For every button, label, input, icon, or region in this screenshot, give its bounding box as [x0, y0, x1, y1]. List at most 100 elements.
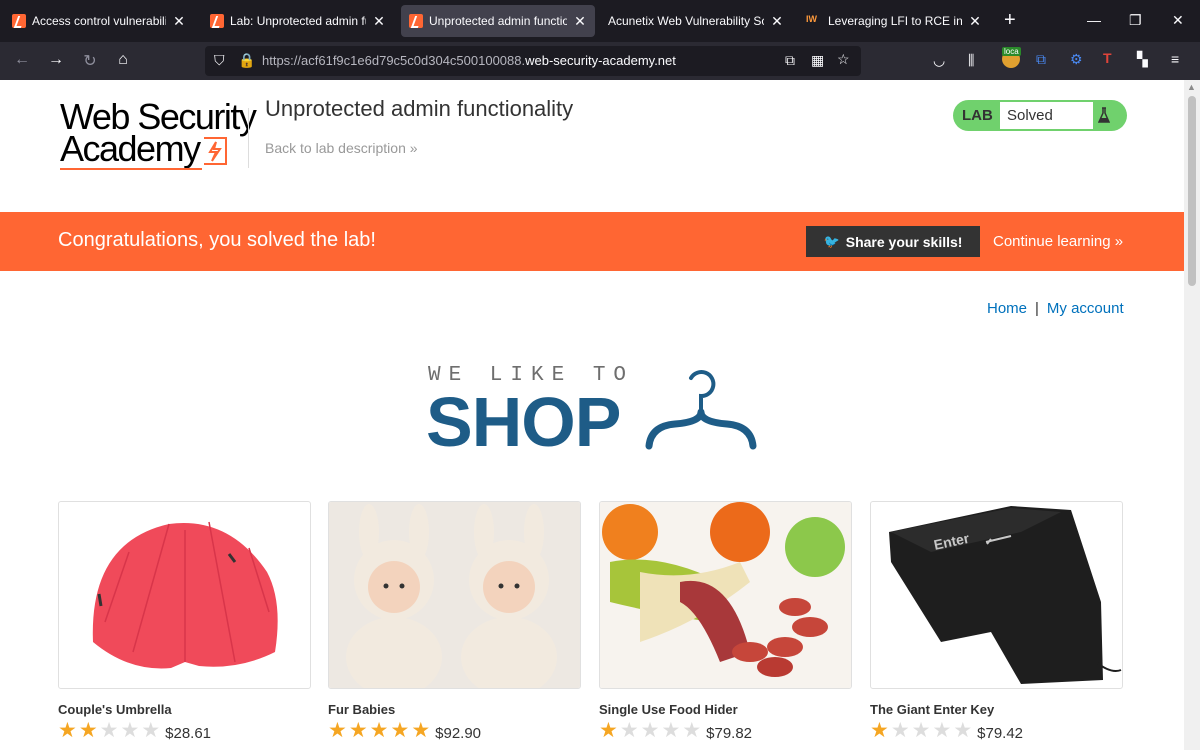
star-filled-icon: ★: [78, 719, 98, 742]
back-to-lab-description-link[interactable]: Back to lab description »: [265, 140, 418, 156]
close-window-icon[interactable]: ✕: [1172, 12, 1184, 29]
tab-title: Leveraging LFI to RCE in a website: [828, 14, 962, 28]
scrollbar-thumb[interactable]: [1188, 96, 1196, 286]
restore-icon[interactable]: ❐: [1129, 12, 1142, 29]
star-filled-icon: ★: [328, 719, 347, 742]
pocket-icon[interactable]: ◡: [933, 52, 945, 69]
product-rating: ★ ★ ★ ★ ★ $92.90: [328, 720, 481, 742]
product-name: Single Use Food Hider: [599, 702, 738, 717]
star-filled-icon: ★: [369, 719, 389, 742]
portswigger-icon: [12, 14, 26, 28]
star-empty-icon: ★: [99, 719, 119, 742]
nav-separator: |: [1035, 300, 1039, 317]
reload-icon[interactable]: ↻: [80, 51, 100, 71]
translate-icon[interactable]: ⧉: [785, 52, 795, 69]
browser-tab[interactable]: Acunetix Web Vulnerability Scanner ✕: [600, 5, 792, 37]
product-image-food-hider[interactable]: [599, 501, 852, 689]
product-name: Fur Babies: [328, 702, 396, 717]
close-tab-icon[interactable]: ✕: [770, 13, 784, 30]
url-text[interactable]: https://acf61f9c1e6d79c5c0d304c500100088…: [262, 53, 676, 68]
star-filled-icon: ★: [390, 719, 410, 742]
extensions-icon[interactable]: ▚: [1137, 51, 1148, 68]
hero-shop-word: SHOP: [426, 383, 621, 461]
product-card[interactable]: Fur Babies ★ ★ ★ ★ ★ $92.90: [328, 501, 581, 742]
share-skills-button[interactable]: 🐦 Share your skills!: [806, 226, 980, 257]
home-link[interactable]: Home: [987, 300, 1027, 317]
product-price: $92.90: [435, 724, 482, 742]
product-price: $79.82: [706, 724, 753, 742]
bookmark-star-icon[interactable]: ☆: [837, 51, 850, 68]
browser-tab-active[interactable]: Unprotected admin functionality ✕: [401, 5, 595, 37]
congratulations-message: Congratulations, you solved the lab!: [58, 229, 376, 251]
portswigger-icon: [409, 14, 423, 28]
browser-tab-bar: Access control vulnerabilities ✕ Lab: Un…: [0, 0, 1200, 42]
close-tab-icon[interactable]: ✕: [573, 13, 587, 30]
qr-code-icon[interactable]: ▦: [811, 52, 824, 69]
web-security-academy-logo[interactable]: Web Security Academy: [60, 98, 257, 170]
product-rating: ★ ★ ★ ★ ★ $28.61: [58, 720, 211, 742]
back-icon[interactable]: ←: [12, 51, 32, 69]
star-empty-icon: ★: [932, 719, 952, 742]
star-filled-icon: ★: [870, 719, 889, 742]
star-empty-icon: ★: [141, 719, 161, 742]
continue-learning-link[interactable]: Continue learning »: [993, 233, 1123, 250]
flask-icon: [1098, 107, 1110, 123]
menu-icon[interactable]: ≡: [1171, 51, 1179, 67]
product-name: Couple's Umbrella: [58, 702, 172, 717]
star-empty-icon: ★: [640, 719, 660, 742]
product-card[interactable]: Couple's Umbrella ★ ★ ★ ★ ★ $28.61: [58, 501, 311, 742]
my-account-link[interactable]: My account: [1047, 300, 1124, 317]
hanger-icon: [645, 370, 757, 450]
share-skills-label: Share your skills!: [845, 233, 963, 250]
close-tab-icon[interactable]: ✕: [172, 13, 186, 30]
forward-icon[interactable]: →: [46, 51, 66, 69]
browser-tab[interactable]: IW Leveraging LFI to RCE in a website ✕: [798, 5, 990, 37]
shield-icon[interactable]: ⛉: [214, 52, 225, 69]
star-filled-icon: ★: [599, 719, 618, 742]
twitter-icon: 🐦: [823, 233, 840, 249]
star-empty-icon: ★: [682, 719, 702, 742]
star-empty-icon: ★: [120, 719, 140, 742]
translate-extension-icon[interactable]: ⧉: [1036, 51, 1046, 68]
new-tab-icon[interactable]: +: [1004, 10, 1016, 30]
lab-status-badge: LAB Solved: [953, 100, 1127, 131]
product-image-enter-key[interactable]: Enter: [870, 501, 1123, 689]
t-extension-icon[interactable]: T: [1103, 50, 1112, 66]
close-tab-icon[interactable]: ✕: [968, 13, 982, 30]
product-image-umbrella[interactable]: [58, 501, 311, 689]
product-image-fur-babies[interactable]: [328, 501, 581, 689]
browser-tab[interactable]: Lab: Unprotected admin functionality ✕: [202, 5, 394, 37]
product-name: The Giant Enter Key: [870, 702, 995, 717]
browser-nav-bar: ← → ↻ ⌂ ⛉ 🔒 https://acf61f9c1e6d79c5c0d3…: [0, 42, 1200, 80]
tab-title: Acunetix Web Vulnerability Scanner: [608, 14, 764, 28]
product-price: $79.42: [977, 724, 1024, 742]
double-chevron-right-icon: »: [409, 140, 418, 156]
lock-icon[interactable]: 🔒: [238, 52, 255, 69]
logo-bolt-icon: [204, 137, 227, 165]
tab-title: Lab: Unprotected admin functionality: [230, 14, 366, 28]
tab-title: Unprotected admin functionality: [429, 14, 567, 28]
header-divider: [248, 108, 249, 168]
language-extension-icon[interactable]: ⚙: [1070, 51, 1083, 68]
lab-solved-banner: Congratulations, you solved the lab! 🐦 S…: [0, 212, 1184, 271]
star-filled-icon: ★: [58, 719, 77, 742]
star-empty-icon: ★: [619, 719, 639, 742]
scroll-up-icon[interactable]: ▲: [1187, 82, 1196, 92]
close-tab-icon[interactable]: ✕: [372, 13, 386, 30]
logo-text-line2: Academy: [60, 128, 201, 169]
logo-underline: [60, 168, 202, 170]
product-rating: ★ ★ ★ ★ ★ $79.42: [870, 720, 1023, 742]
star-filled-icon: ★: [411, 719, 431, 742]
page-scrollbar[interactable]: ▲: [1184, 80, 1200, 750]
browser-tab[interactable]: Access control vulnerabilities ✕: [4, 5, 194, 37]
product-card[interactable]: Single Use Food Hider ★ ★ ★ ★ ★ $79.82: [599, 501, 852, 742]
minimize-icon[interactable]: —: [1087, 12, 1101, 28]
star-empty-icon: ★: [661, 719, 681, 742]
portswigger-icon: [210, 14, 224, 28]
library-icon[interactable]: ⫼: [968, 52, 974, 69]
product-card[interactable]: Enter The Giant Enter Key ★ ★ ★ ★ ★ $79.42: [870, 501, 1123, 742]
home-icon[interactable]: ⌂: [113, 51, 133, 69]
url-bar[interactable]: ⛉ 🔒 https://acf61f9c1e6d79c5c0d304c50010…: [205, 46, 861, 76]
product-rating: ★ ★ ★ ★ ★ $79.82: [599, 720, 752, 742]
product-price: $28.61: [165, 724, 212, 742]
